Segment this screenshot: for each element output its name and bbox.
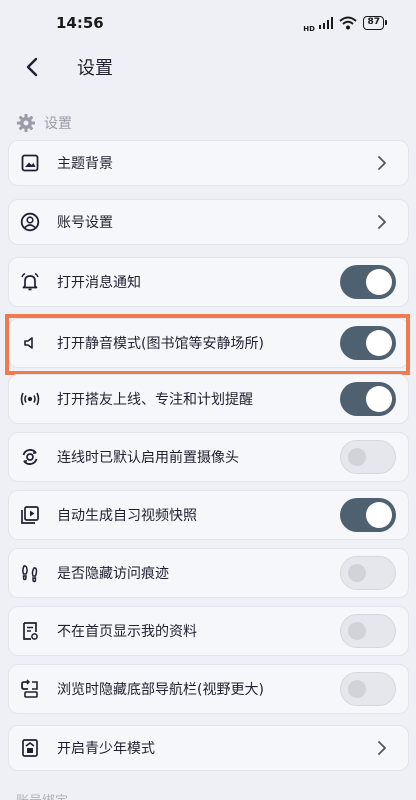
toggle-knob (366, 269, 392, 295)
video-snapshot-row: 自动生成自习视频快照 (8, 490, 409, 540)
next-section-header: 账号绑定 (16, 790, 68, 800)
theme-background-row[interactable]: 主题背景 (8, 140, 409, 186)
section-title: 设置 (44, 116, 72, 132)
hide-profile-label: 不在首页显示我的资料 (57, 624, 197, 640)
toggle-knob (348, 448, 366, 466)
partner-reminder-row: 打开搭友上线、专注和计划提醒 (8, 374, 409, 424)
toggle-knob (366, 330, 392, 356)
chevron-right-icon (372, 738, 392, 758)
status-bar: 14:56 HD 87 (0, 0, 416, 46)
camera-switch-icon (19, 446, 41, 468)
signal-icon (318, 17, 334, 29)
front-camera-label: 连线时已默认启用前置摄像头 (57, 450, 239, 466)
status-time: 14:56 (56, 14, 104, 32)
image-icon (19, 152, 41, 174)
theme-background-label: 主题背景 (57, 156, 113, 172)
user-circle-icon (19, 211, 41, 233)
chevron-right-icon (372, 153, 392, 173)
silent-mode-toggle[interactable] (340, 326, 396, 360)
front-camera-toggle[interactable] (340, 440, 396, 474)
hide-nav-bar-label: 浏览时隐藏底部导航栏(视野更大) (57, 682, 264, 698)
hide-visit-trace-label: 是否隐藏访问痕迹 (57, 566, 169, 582)
video-snapshot-icon (19, 504, 41, 526)
chevron-left-icon (26, 57, 38, 77)
silent-mode-label: 打开静音模式(图书馆等安静场所) (57, 336, 264, 352)
teen-mode-label: 开启青少年模式 (57, 741, 155, 757)
toggle-knob (348, 680, 366, 698)
hide-profile-row: 不在首页显示我的资料 (8, 606, 409, 656)
front-camera-row: 连线时已默认启用前置摄像头 (8, 432, 409, 482)
section-header: 设置 (16, 113, 72, 133)
toggle-knob (348, 564, 366, 582)
toggle-knob (366, 386, 392, 412)
hide-profile-toggle[interactable] (340, 614, 396, 648)
back-button[interactable] (12, 47, 52, 87)
teen-mode-icon (19, 737, 41, 759)
message-notification-toggle[interactable] (340, 265, 396, 299)
status-icons: HD 87 (303, 14, 387, 33)
bell-icon (19, 271, 41, 293)
broadcast-icon (19, 388, 41, 410)
header: 设置 (0, 46, 416, 88)
video-snapshot-label: 自动生成自习视频快照 (57, 508, 197, 524)
toggle-knob (348, 622, 366, 640)
partner-reminder-toggle[interactable] (340, 382, 396, 416)
hide-visit-trace-toggle[interactable] (340, 556, 396, 590)
partner-reminder-label: 打开搭友上线、专注和计划提醒 (57, 392, 253, 408)
silent-mode-row: 打开静音模式(图书馆等安静场所) (8, 318, 409, 368)
page-title: 设置 (77, 58, 113, 79)
teen-mode-row[interactable]: 开启青少年模式 (8, 725, 409, 771)
document-icon (19, 620, 41, 642)
battery-icon: 87 (363, 16, 387, 30)
hide-nav-bar-toggle[interactable] (340, 672, 396, 706)
message-notification-label: 打开消息通知 (57, 275, 141, 291)
speaker-icon (19, 332, 41, 354)
wifi-icon (339, 16, 358, 30)
video-snapshot-toggle[interactable] (340, 498, 396, 532)
hide-visit-trace-row: 是否隐藏访问痕迹 (8, 548, 409, 598)
message-notification-row: 打开消息通知 (8, 257, 409, 307)
toggle-knob (366, 502, 392, 528)
chevron-right-icon (372, 212, 392, 232)
nav-bar-icon (19, 678, 41, 700)
hide-nav-bar-row: 浏览时隐藏底部导航栏(视野更大) (8, 664, 409, 714)
footprints-icon (19, 562, 41, 584)
account-settings-row[interactable]: 账号设置 (8, 199, 409, 245)
hd-indicator: HD (303, 24, 315, 33)
gear-icon (17, 114, 35, 132)
account-settings-label: 账号设置 (57, 215, 113, 231)
